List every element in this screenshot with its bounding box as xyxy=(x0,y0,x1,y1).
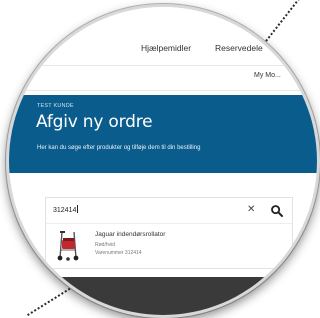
top-navigation: Hjælpemidler Reservedele xyxy=(9,7,317,65)
search-input[interactable]: 312414 xyxy=(53,198,223,224)
customer-label: TEST KUNDE xyxy=(37,103,74,109)
page-title: Afgiv ny ordre xyxy=(36,112,153,132)
nav-link-my-account[interactable]: My Mo... xyxy=(254,72,281,79)
product-name: Jaguar indendørsrollator xyxy=(95,231,166,238)
text-caret xyxy=(77,205,79,213)
page-description: Her kan du søge efter produkter og tilfø… xyxy=(37,145,201,151)
rollator-thumbnail xyxy=(55,228,81,262)
nav-link-hjaelpemidler[interactable]: Hjælpemidler xyxy=(141,43,191,53)
secondary-navigation: My Mo... xyxy=(9,65,317,91)
close-icon[interactable]: ✕ xyxy=(247,204,255,215)
product-search-box: 312414 ✕ xyxy=(45,197,293,224)
product-sku: Varenummer 312414 xyxy=(95,250,142,256)
product-variant: Rød/hvid xyxy=(95,242,116,248)
search-input-value: 312414 xyxy=(53,207,77,214)
dark-content-band xyxy=(9,277,317,315)
search-icon[interactable] xyxy=(270,203,284,217)
nav-link-reservedele[interactable]: Reservedele xyxy=(215,43,263,53)
magnifier-lens: Hjælpemidler Reservedele My Mo... TEST K… xyxy=(6,4,320,318)
zoomed-page: Hjælpemidler Reservedele My Mo... TEST K… xyxy=(9,7,317,315)
hero-banner: TEST KUNDE Afgiv ny ordre Her kan du søg… xyxy=(9,95,317,173)
search-result-item[interactable]: Jaguar indendørsrollator Rød/hvid Varenu… xyxy=(45,223,293,269)
